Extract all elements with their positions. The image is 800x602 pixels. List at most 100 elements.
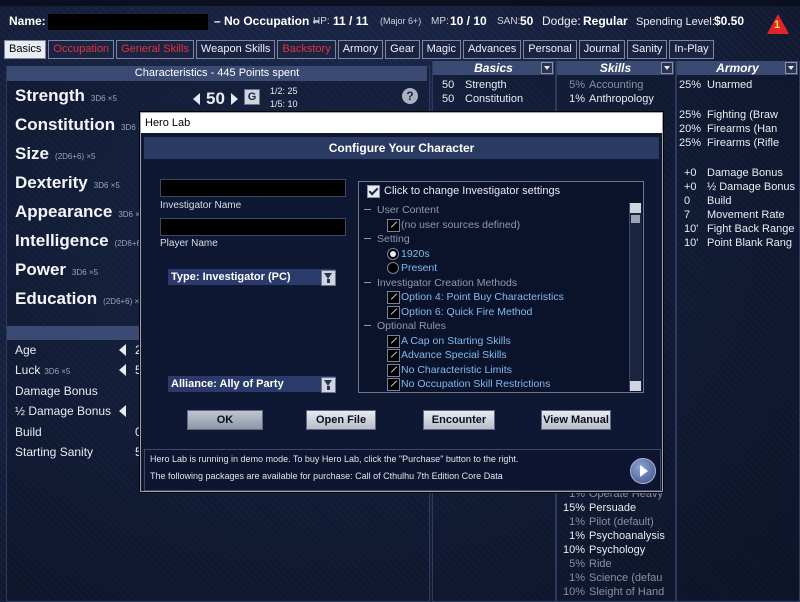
scroll-up-icon[interactable] (630, 203, 641, 213)
armory-stat-value: 10' (684, 223, 699, 235)
purchase-next-icon[interactable] (630, 458, 656, 484)
skill-value: 10% (562, 586, 585, 598)
tab-gear[interactable]: Gear (385, 40, 420, 59)
settings-option[interactable]: (no user sources defined) (360, 218, 628, 232)
settings-option[interactable]: Option 4: Point Buy Characteristics (360, 290, 628, 304)
attribute-decrease-arrow[interactable] (119, 405, 126, 417)
skill-row[interactable]: 15% Persuade (559, 502, 636, 514)
skill-row[interactable]: 1% Anthropology (559, 93, 654, 105)
armory-weapon-value: 25% (679, 137, 702, 149)
option-radio-icon[interactable] (387, 247, 399, 260)
settings-option[interactable]: No Occupation Skill Restrictions (360, 377, 628, 391)
alliance-select[interactable]: Alliance: Ally of Party (168, 376, 335, 392)
option-checkbox-icon[interactable] (387, 305, 400, 319)
settings-scrollbar[interactable] (629, 203, 642, 391)
settings-option-label: Setting (377, 233, 410, 245)
player-name-input[interactable] (160, 218, 346, 236)
settings-option[interactable]: Present (360, 261, 628, 275)
basics-dropdown-icon[interactable] (541, 62, 553, 74)
characteristic-name: Dexterity (15, 173, 88, 192)
investigator-name-input[interactable] (160, 179, 346, 197)
tab-journal[interactable]: Journal (578, 40, 625, 59)
tab-sanity[interactable]: Sanity (626, 40, 668, 59)
option-checkbox-icon[interactable] (387, 334, 400, 348)
tab-magic[interactable]: Magic (421, 40, 461, 59)
skills-column-title: Skills (557, 61, 674, 75)
settings-checkbox[interactable] (367, 185, 380, 198)
characteristic-row: Dexterity 3D6 ×5 (15, 173, 120, 195)
armory-weapon-value: 20% (679, 123, 702, 135)
skill-row[interactable]: 10% Sleight of Hand (559, 586, 664, 598)
option-radio-icon[interactable] (387, 262, 399, 274)
settings-option[interactable]: Advance Special Skills (360, 348, 628, 362)
collapse-icon[interactable] (364, 209, 371, 210)
skill-row[interactable]: 10% Psychology (559, 544, 645, 556)
option-checkbox-icon[interactable] (387, 218, 400, 232)
basics-label: Strength (465, 79, 507, 91)
collapse-icon[interactable] (364, 238, 371, 239)
scroll-down-icon[interactable] (630, 381, 641, 391)
armory-weapon-row[interactable]: 25% Fighting (Braw (679, 109, 778, 121)
skills-dropdown-icon[interactable] (661, 62, 673, 74)
tab-occupation[interactable]: Occupation (48, 40, 115, 59)
attribute-decrease-arrow[interactable] (119, 344, 126, 356)
strength-decrease-arrow[interactable] (193, 93, 200, 105)
skill-row[interactable]: 1% Psychoanalysis (559, 530, 665, 542)
tab-backstory[interactable]: Backstory (277, 40, 336, 59)
settings-group: Setting (360, 232, 628, 246)
collapse-icon[interactable] (364, 281, 371, 283)
characteristic-dice: (2D6+6) ×5 (55, 152, 96, 161)
armory-weapon-row[interactable]: 20% Firearms (Han (679, 123, 777, 135)
attribute-row: Build (15, 425, 42, 439)
tab-general-skills[interactable]: General Skills (116, 40, 194, 59)
type-select[interactable]: Type: Investigator (PC) (168, 269, 335, 285)
tab-personal[interactable]: Personal (523, 40, 577, 59)
ok-button[interactable]: OK (187, 410, 263, 430)
character-name-field[interactable] (48, 14, 208, 30)
settings-option[interactable]: No Characteristic Limits (360, 363, 628, 377)
settings-option-label: No Characteristic Limits (401, 363, 512, 376)
skill-value: 10% (562, 544, 585, 556)
attribute-row: Age (15, 343, 36, 357)
settings-option-label: Present (401, 262, 438, 274)
option-checkbox-icon[interactable] (387, 291, 400, 304)
characteristic-dice: 3D6 ×5 (90, 94, 117, 103)
occupation-text[interactable]: – No Occupation – (214, 14, 319, 28)
option-checkbox-icon[interactable] (387, 378, 400, 391)
settings-option[interactable]: Option 6: Quick Fire Method (360, 305, 628, 319)
skill-row[interactable]: 5% Accounting (559, 79, 643, 91)
option-checkbox-icon[interactable] (387, 363, 400, 377)
tab-basics[interactable]: Basics (4, 40, 47, 59)
armory-weapon-row[interactable]: 25% Firearms (Rifle (679, 137, 779, 149)
hp-label: HP: (313, 16, 330, 27)
scroll-thumb[interactable] (631, 215, 640, 223)
tab-advances[interactable]: Advances (462, 40, 522, 59)
collapse-icon[interactable] (364, 325, 371, 326)
settings-option[interactable]: A Cap on Starting Skills (360, 334, 628, 348)
dialog-window-title[interactable]: Hero Lab (141, 113, 662, 133)
encounter-button[interactable]: Encounter (423, 410, 495, 430)
strength-roll-icon[interactable]: G (244, 89, 260, 105)
tab-armory[interactable]: Armory (337, 40, 384, 59)
strength-increase-arrow[interactable] (231, 93, 238, 105)
help-icon[interactable]: ? (402, 88, 418, 104)
option-checkbox-icon[interactable] (387, 349, 400, 362)
settings-option-label: Investigator Creation Methods (377, 276, 518, 289)
attribute-decrease-arrow[interactable] (119, 364, 126, 376)
skill-row[interactable]: 1% Pilot (default) (559, 516, 654, 528)
tab-in-play[interactable]: In-Play (669, 40, 714, 59)
settings-option[interactable]: 1920s (360, 247, 628, 261)
hp-major-note: (Major 6+) (380, 16, 422, 26)
skill-row[interactable]: 1% Science (defau (559, 572, 662, 584)
open-file-button[interactable]: Open File (306, 410, 376, 430)
view-manual-button[interactable]: View Manual (541, 410, 611, 430)
alliance-select-arrow-icon[interactable] (321, 377, 336, 393)
attribute-label: Damage Bonus (15, 384, 98, 398)
type-select-arrow-icon[interactable] (321, 270, 336, 286)
armory-stat-value: 0 (684, 195, 691, 207)
skill-row[interactable]: 5% Ride (559, 558, 612, 570)
armory-weapon-row[interactable]: 25% Unarmed (679, 79, 752, 91)
settings-header[interactable]: Click to change Investigator settings (359, 182, 643, 200)
tab-weapon-skills[interactable]: Weapon Skills (195, 40, 276, 59)
armory-dropdown-icon[interactable] (785, 62, 797, 74)
